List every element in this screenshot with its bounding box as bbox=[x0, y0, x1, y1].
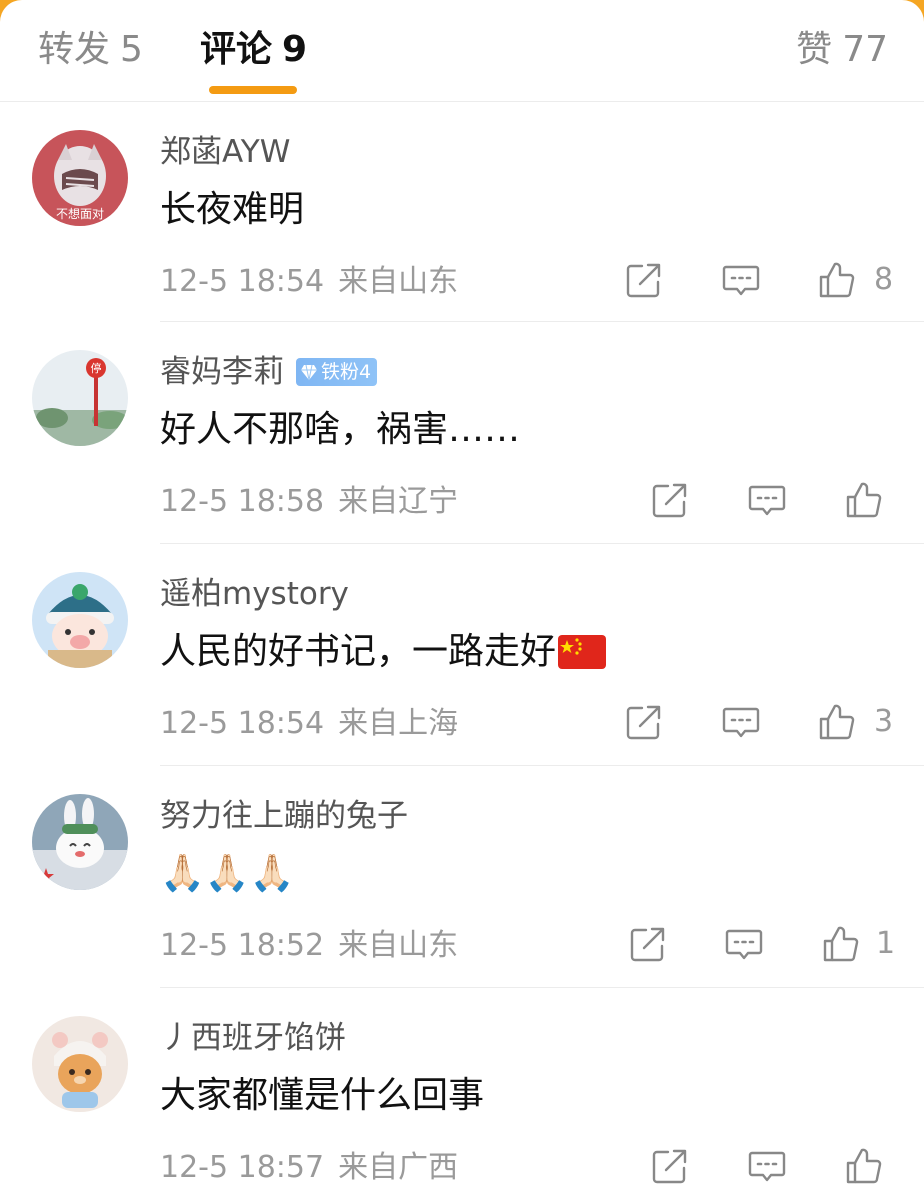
thumbs-up-icon[interactable] bbox=[844, 1146, 884, 1186]
comment-bubble-icon[interactable] bbox=[721, 260, 761, 300]
comment-meta: 12-5 18:58 来自辽宁 bbox=[160, 482, 458, 522]
comment-item: 不想面对 郑菡AYW 长夜难明 12-5 18:54 来自山东 8 bbox=[0, 102, 924, 324]
comment-meta: 12-5 18:54 来自山东 bbox=[160, 262, 458, 302]
comment-tabs-bar: 转发 5 评论 9 赞 77 bbox=[0, 0, 924, 102]
like-count: 1 bbox=[876, 926, 896, 961]
comment-time: 12-5 18:57 bbox=[160, 1150, 325, 1185]
share-square-icon[interactable] bbox=[650, 480, 690, 520]
tab-likes-label: 赞 bbox=[796, 29, 833, 70]
comment-text: 大家都懂是什么回事 bbox=[160, 1075, 485, 1116]
avatar[interactable]: 停 bbox=[32, 350, 128, 446]
comment-text: 🙏🏻🙏🏻🙏🏻 bbox=[160, 853, 295, 894]
thumbs-up-icon[interactable] bbox=[844, 480, 884, 520]
comment-time: 12-5 18:52 bbox=[160, 928, 325, 963]
comment-text: 好人不那啥，祸害…… bbox=[160, 409, 521, 450]
tab-comments-label: 评论 bbox=[200, 29, 273, 70]
diamond-icon bbox=[301, 364, 317, 381]
thumbs-up-icon[interactable] bbox=[817, 260, 857, 300]
comment-bubble-icon[interactable] bbox=[747, 480, 787, 520]
avatar[interactable] bbox=[32, 1016, 128, 1112]
comment-location: 来自广西 bbox=[338, 1150, 459, 1185]
comment-text: 长夜难明 bbox=[160, 189, 305, 230]
comment-username[interactable]: 郑菡AYW bbox=[160, 132, 290, 172]
avatar[interactable]: 不想面对 bbox=[32, 130, 128, 226]
china-flag-icon bbox=[558, 635, 607, 669]
share-square-icon[interactable] bbox=[624, 702, 664, 742]
share-square-icon[interactable] bbox=[650, 1146, 690, 1186]
comment-item: 丿西班牙馅饼 大家都懂是什么回事 12-5 18:57 来自广西 bbox=[0, 988, 924, 1200]
like-count: 8 bbox=[874, 262, 894, 297]
share-square-icon[interactable] bbox=[628, 924, 668, 964]
tab-reposts[interactable]: 转发 5 bbox=[38, 28, 143, 72]
comment-text-body: 人民的好书记，一路走好 bbox=[160, 631, 557, 672]
comment-location: 来自山东 bbox=[338, 264, 459, 299]
tab-comments-count: 9 bbox=[282, 29, 308, 70]
tab-likes[interactable]: 赞 77 bbox=[796, 28, 888, 72]
fan-badge-label: 铁粉4 bbox=[321, 361, 372, 383]
tab-comments[interactable]: 评论 9 bbox=[200, 28, 307, 72]
comment-text: 人民的好书记，一路走好 bbox=[160, 629, 607, 675]
comment-location: 来自山东 bbox=[338, 928, 459, 963]
comment-time: 12-5 18:58 bbox=[160, 484, 325, 519]
svg-text:停: 停 bbox=[91, 361, 102, 375]
thumbs-up-icon[interactable] bbox=[821, 924, 861, 964]
tab-reposts-label: 转发 bbox=[38, 29, 111, 70]
share-square-icon[interactable] bbox=[624, 260, 664, 300]
thumbs-up-icon[interactable] bbox=[817, 702, 857, 742]
like-count: 3 bbox=[874, 704, 894, 739]
comment-username[interactable]: 遥柏mystory bbox=[160, 574, 349, 614]
comment-username[interactable]: 睿妈李莉 bbox=[160, 352, 284, 392]
comment-bubble-icon[interactable] bbox=[724, 924, 764, 964]
comment-meta: 12-5 18:54 来自上海 bbox=[160, 704, 458, 744]
avatar[interactable] bbox=[32, 572, 128, 668]
comment-location: 来自上海 bbox=[338, 706, 459, 741]
comment-item: 停 睿妈李莉 铁粉4 好人不那啥，祸害…… 12-5 18:58 来自辽宁 bbox=[0, 322, 924, 544]
fan-badge[interactable]: 铁粉4 bbox=[296, 358, 378, 386]
comment-username[interactable]: 丿西班牙馅饼 bbox=[160, 1018, 346, 1058]
avatar[interactable] bbox=[32, 794, 128, 890]
comment-bubble-icon[interactable] bbox=[747, 1146, 787, 1186]
tab-likes-count: 77 bbox=[842, 29, 888, 70]
comment-meta: 12-5 18:52 来自山东 bbox=[160, 926, 458, 966]
comment-item: 努力往上蹦的兔子 🙏🏻🙏🏻🙏🏻 12-5 18:52 来自山东 1 bbox=[0, 766, 924, 988]
active-tab-indicator bbox=[209, 86, 297, 94]
comment-location: 来自辽宁 bbox=[338, 484, 459, 519]
comment-meta: 12-5 18:57 来自广西 bbox=[160, 1148, 458, 1188]
svg-text:不想面对: 不想面对 bbox=[56, 206, 104, 221]
comment-username[interactable]: 努力往上蹦的兔子 bbox=[160, 796, 408, 836]
comment-time: 12-5 18:54 bbox=[160, 706, 325, 741]
comment-time: 12-5 18:54 bbox=[160, 264, 325, 299]
comment-bubble-icon[interactable] bbox=[721, 702, 761, 742]
comment-item: 遥柏mystory 人民的好书记，一路走好 12-5 18:54 来自上海 3 bbox=[0, 544, 924, 766]
tab-reposts-count: 5 bbox=[120, 29, 143, 70]
